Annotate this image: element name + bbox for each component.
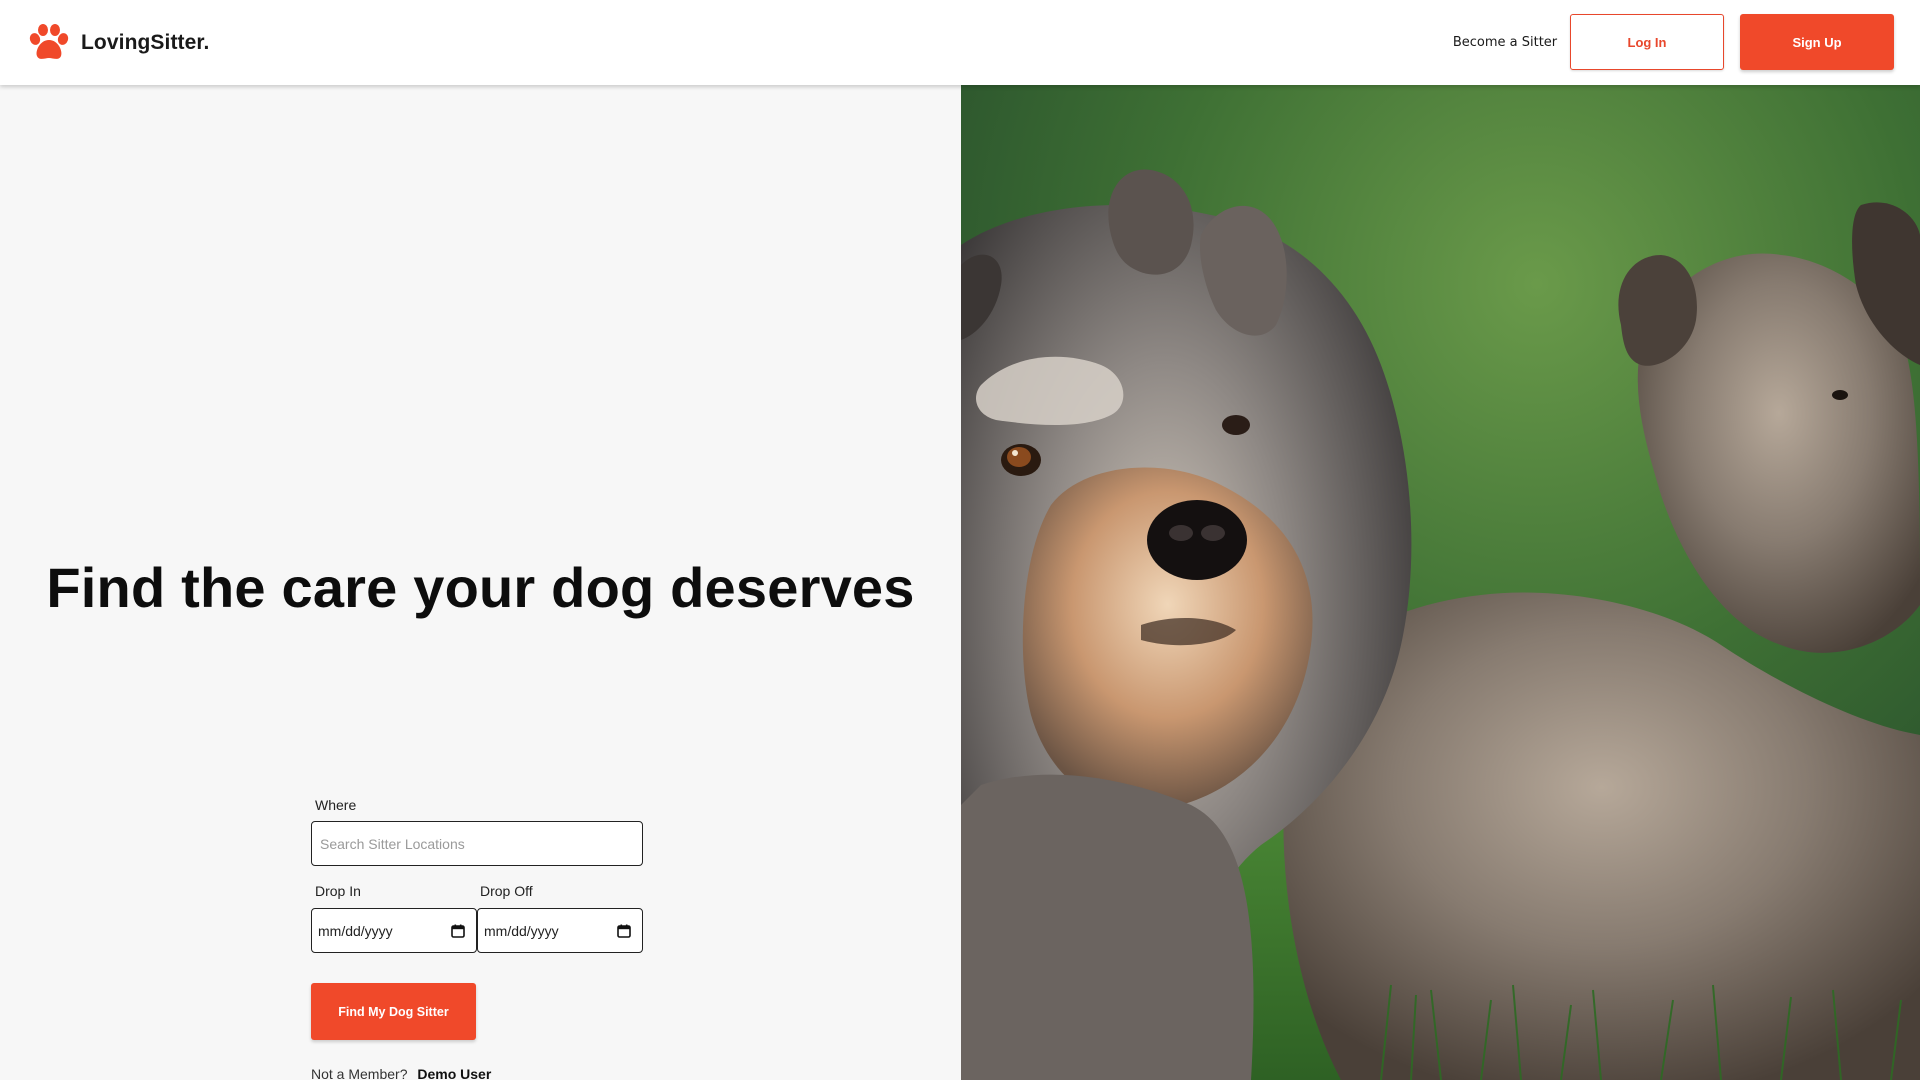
calendar-icon[interactable] bbox=[616, 923, 632, 939]
login-button[interactable]: Log In bbox=[1570, 14, 1724, 70]
drop-off-date-value: mm/dd/yyyy bbox=[484, 922, 559, 939]
hero-dog-photo bbox=[961, 85, 1920, 1080]
top-navbar: LovingSitter. Become a Sitter Log In Sig… bbox=[0, 0, 1920, 85]
drop-in-label: Drop In bbox=[315, 883, 361, 899]
hero-headline: Find the care your dog deserves bbox=[46, 556, 915, 619]
drop-off-label: Drop Off bbox=[480, 883, 533, 899]
calendar-icon[interactable] bbox=[450, 923, 466, 939]
drop-in-date-input[interactable]: mm/dd/yyyy bbox=[311, 908, 477, 953]
where-label: Where bbox=[315, 797, 357, 813]
location-search-input[interactable] bbox=[318, 834, 642, 853]
where-field[interactable] bbox=[311, 821, 643, 866]
brand-name: LovingSitter. bbox=[81, 31, 210, 54]
paw-icon bbox=[29, 24, 69, 62]
find-sitter-button[interactable]: Find My Dog Sitter bbox=[311, 983, 476, 1040]
drop-in-date-value: mm/dd/yyyy bbox=[318, 922, 393, 939]
signup-button[interactable]: Sign Up bbox=[1740, 14, 1894, 70]
drop-off-date-input[interactable]: mm/dd/yyyy bbox=[477, 908, 643, 953]
brand-logo-link[interactable]: LovingSitter. bbox=[29, 22, 209, 64]
become-sitter-link[interactable]: Become a Sitter bbox=[1430, 28, 1580, 56]
hero-left-panel: Find the care your dog deserves Where Dr… bbox=[0, 85, 961, 1082]
